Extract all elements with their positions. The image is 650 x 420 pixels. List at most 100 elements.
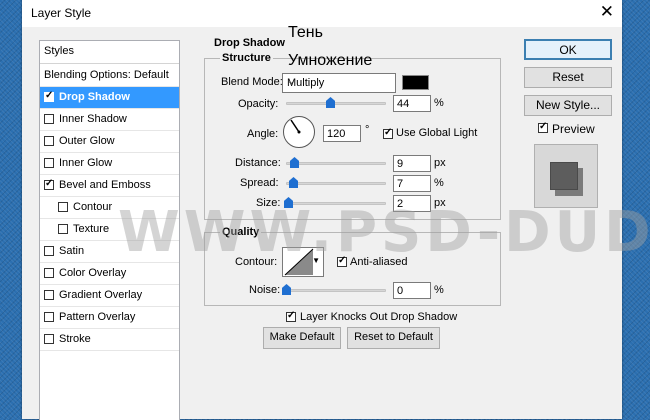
new-style-label: New Style... [535,98,601,112]
preview-checkbox[interactable] [538,121,548,133]
distance-value: 9 [397,158,404,170]
knockout-label: Layer Knocks Out Drop Shadow [300,311,458,323]
style-item-blending-options-default[interactable]: Blending Options: Default [40,65,179,87]
make-default-label: Make Default [269,331,335,343]
style-item-label: Color Overlay [59,267,127,279]
angle-value: 120 [327,128,346,140]
angle-needle-icon [290,119,301,134]
contour-picker[interactable]: ▼ [282,247,324,277]
title-bar: Layer Style ✕ [22,0,622,27]
anti-aliased-checkbox[interactable] [337,255,347,267]
style-item-gradient-overlay[interactable]: Gradient Overlay [40,285,179,307]
style-checkbox[interactable] [44,246,54,256]
spread-value: 7 [397,178,404,190]
style-item-label: Stroke [59,333,91,345]
style-checkbox[interactable] [58,224,68,234]
reset-to-default-label: Reset to Default [354,331,433,343]
style-checkbox[interactable] [44,290,54,300]
opacity-slider-track[interactable] [286,102,386,105]
opacity-label: Opacity: [238,98,279,110]
style-checkbox[interactable] [44,334,54,344]
style-checkbox[interactable] [44,90,54,102]
style-checkbox[interactable] [44,268,54,278]
annotation-multiply: Умножение [288,52,373,69]
spread-label: Spread: [240,177,279,189]
chevron-down-icon: ⌄ [287,76,296,87]
noise-slider-track[interactable] [286,289,386,292]
distance-unit: px [434,157,446,169]
style-item-label: Gradient Overlay [59,289,143,301]
style-item-color-overlay[interactable]: Color Overlay [40,263,179,285]
distance-input[interactable]: 9 [393,155,431,172]
style-item-inner-glow[interactable]: Inner Glow [40,153,179,175]
reset-button[interactable]: Reset [524,67,612,88]
use-global-light-checkbox[interactable] [383,127,393,139]
style-item-bevel-and-emboss[interactable]: Bevel and Emboss [40,175,179,197]
opacity-input[interactable]: 44 [393,95,431,112]
spread-input[interactable]: 7 [393,175,431,192]
distance-slider-track[interactable] [286,162,386,165]
use-global-light-label: Use Global Light [396,127,478,139]
size-label: Size: [256,197,281,209]
reset-label: Reset [552,70,584,84]
quality-title: Quality [220,226,262,238]
style-checkbox[interactable] [58,202,68,212]
anti-aliased-label: Anti-aliased [350,256,408,268]
new-style-button[interactable]: New Style... [524,95,612,116]
style-checkbox[interactable] [44,114,54,124]
close-icon[interactable]: ✕ [600,2,614,22]
annotation-shadow: Тень [288,24,323,41]
noise-input[interactable]: 0 [393,282,431,299]
style-item-outer-glow[interactable]: Outer Glow [40,131,179,153]
style-checkbox[interactable] [44,136,54,146]
contour-dropdown-icon[interactable]: ▼ [312,256,320,265]
preview-swatch [550,162,578,190]
size-unit: px [434,197,446,209]
style-checkbox[interactable] [44,158,54,168]
noise-unit: % [434,284,444,296]
style-item-label: Inner Shadow [59,113,127,125]
blend-mode-label: Blend Mode: [221,76,283,88]
style-item-inner-shadow[interactable]: Inner Shadow [40,109,179,131]
style-item-stroke[interactable]: Stroke [40,329,179,351]
size-input[interactable]: 2 [393,195,431,212]
angle-input[interactable]: 120 [323,125,361,142]
spread-slider-track[interactable] [286,182,386,185]
drop-shadow-section-title: Drop Shadow [212,37,287,49]
styles-header[interactable]: Styles [40,41,179,64]
style-item-label: Inner Glow [59,157,113,169]
make-default-button[interactable]: Make Default [263,327,341,349]
window-title: Layer Style [31,6,92,20]
structure-title: Structure [220,52,273,64]
knockout-checkbox[interactable] [286,310,296,322]
style-item-label: Blending Options: Default [44,69,169,81]
style-item-label: Texture [73,223,110,235]
contour-linear-icon [284,248,314,276]
style-checkbox[interactable] [44,312,54,322]
noise-label: Noise: [249,284,281,296]
size-value: 2 [397,198,404,210]
styles-list: Styles Blending Options: Default Drop Sha… [39,40,180,420]
size-slider-track[interactable] [286,202,386,205]
reset-to-default-button[interactable]: Reset to Default [347,327,440,349]
style-item-label: Drop Shadow [59,91,130,103]
blend-mode-select[interactable]: Multiply ⌄ [282,73,396,93]
style-item-drop-shadow[interactable]: Drop Shadow [40,87,179,109]
style-item-satin[interactable]: Satin [40,241,179,263]
angle-dial[interactable] [283,116,315,148]
style-item-texture[interactable]: Texture [40,219,179,241]
style-checkbox[interactable] [44,178,54,190]
style-item-label: Pattern Overlay [59,311,136,323]
style-item-pattern-overlay[interactable]: Pattern Overlay [40,307,179,329]
preview-label: Preview [552,122,595,136]
opacity-unit: % [434,97,444,109]
shadow-color-swatch[interactable] [402,75,429,90]
style-item-contour[interactable]: Contour [40,197,179,219]
ok-button[interactable]: OK [524,39,612,60]
style-item-label: Satin [59,245,85,257]
distance-label: Distance: [235,157,281,169]
opacity-value: 44 [397,98,410,110]
style-item-label: Bevel and Emboss [59,179,151,191]
spread-unit: % [434,177,444,189]
contour-label: Contour: [235,256,278,268]
